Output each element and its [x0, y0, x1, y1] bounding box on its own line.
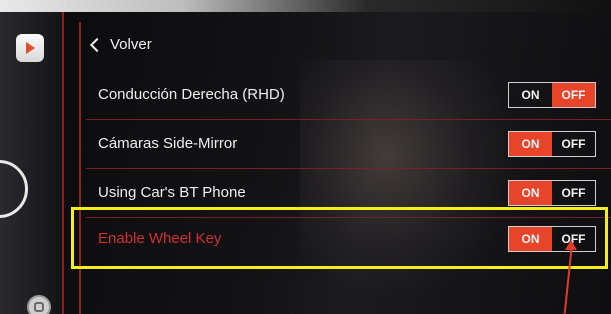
toggle-off[interactable]: OFF	[552, 132, 595, 156]
home-button-icon[interactable]	[27, 295, 51, 314]
content-border	[79, 22, 81, 314]
side-dock	[0, 12, 64, 314]
row-divider	[86, 119, 611, 120]
row-divider	[86, 168, 611, 169]
back-label: Volver	[110, 36, 152, 53]
toggle-off[interactable]: OFF	[552, 83, 595, 107]
setting-label: Using Car's BT Phone	[98, 184, 246, 201]
setting-label: Cámaras Side-Mirror	[98, 135, 238, 152]
highlight-box	[71, 207, 608, 269]
setting-row-side-mirror: Cámaras Side-Mirror ON OFF	[82, 121, 611, 169]
carplay-screen: Volver Conducción Derecha (RHD) ON OFF C…	[0, 0, 611, 314]
ring-control-icon[interactable]	[0, 160, 28, 218]
side-mirror-toggle[interactable]: ON OFF	[508, 131, 596, 157]
bt-phone-toggle[interactable]: ON OFF	[508, 180, 596, 206]
play-app-icon[interactable]	[16, 34, 44, 62]
back-button[interactable]: Volver	[89, 36, 152, 53]
toggle-on[interactable]: ON	[509, 132, 552, 156]
setting-row-rhd: Conducción Derecha (RHD) ON OFF	[82, 72, 611, 120]
top-bezel	[0, 0, 611, 12]
toggle-on[interactable]: ON	[509, 83, 552, 107]
setting-label: Conducción Derecha (RHD)	[98, 86, 285, 103]
rhd-toggle[interactable]: ON OFF	[508, 82, 596, 108]
toggle-on[interactable]: ON	[509, 181, 552, 205]
chevron-left-icon	[89, 37, 105, 52]
toggle-off[interactable]: OFF	[552, 181, 595, 205]
arrow-head-icon	[565, 240, 577, 250]
